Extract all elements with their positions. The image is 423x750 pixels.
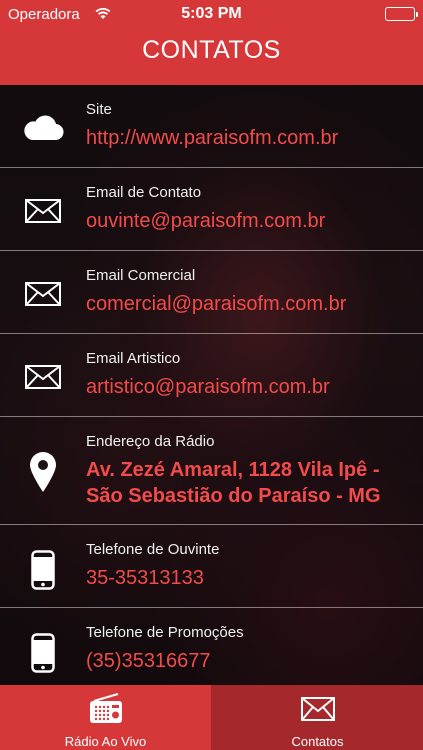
contact-label: Telefone de Ouvinte: [86, 541, 220, 558]
tab-label: Rádio Ao Vivo: [64, 734, 147, 749]
address-line-2: São Sebastião do Paraíso - MG: [86, 485, 381, 507]
contacts-list: Site http://www.paraisofm.com.br Email d…: [0, 85, 423, 685]
envelope-icon: [20, 271, 66, 317]
contact-label: Telefone de Promoções: [86, 624, 244, 641]
radio-icon: [0, 693, 211, 725]
envelope-icon: [20, 188, 66, 234]
contact-row-email-contato[interactable]: Email de Contato ouvinte@paraisofm.com.b…: [0, 168, 423, 251]
tab-bar: Rádio Ao Vivo Contatos: [0, 685, 423, 750]
contact-value[interactable]: artistico@paraisofm.com.br: [86, 376, 330, 399]
header: Operadora 5:03 PM CONTATOS: [0, 0, 423, 85]
contact-label: Email Comercial: [86, 267, 196, 284]
page-title: CONTATOS: [142, 36, 281, 64]
contact-value[interactable]: ouvinte@paraisofm.com.br: [86, 210, 325, 233]
contact-value[interactable]: http://www.paraisofm.com.br: [86, 127, 338, 150]
cloud-icon: [20, 104, 66, 150]
contact-row-site[interactable]: Site http://www.paraisofm.com.br: [0, 85, 423, 168]
tab-label: Contatos: [291, 734, 344, 749]
contact-row-email-artistico[interactable]: Email Artistico artistico@paraisofm.com.…: [0, 334, 423, 417]
contact-row-telefone-promocoes[interactable]: Telefone de Promoções (35)35316677: [0, 608, 423, 685]
envelope-icon: [212, 693, 423, 725]
contact-label: Site: [86, 101, 112, 118]
contact-row-telefone-ouvinte[interactable]: Telefone de Ouvinte 35-35313133: [0, 525, 423, 608]
contact-label: Email Artistico: [86, 350, 181, 367]
contact-label: Endereço da Rádio: [86, 433, 215, 450]
battery-icon: [385, 7, 418, 21]
location-pin-icon: [20, 445, 66, 499]
address-line-1: Av. Zezé Amaral, 1128 Vila Ipê -: [86, 459, 380, 481]
clock: 5:03 PM: [181, 5, 242, 22]
envelope-icon: [20, 354, 66, 400]
contact-value[interactable]: 35-35313133: [86, 567, 204, 590]
tab-radio-ao-vivo[interactable]: Rádio Ao Vivo: [0, 685, 211, 750]
status-bar: Operadora 5:03 PM: [0, 0, 423, 28]
phone-icon: [20, 547, 66, 593]
contact-value[interactable]: comercial@paraisofm.com.br: [86, 293, 346, 316]
contact-row-email-comercial[interactable]: Email Comercial comercial@paraisofm.com.…: [0, 251, 423, 334]
tab-contatos[interactable]: Contatos: [212, 685, 423, 750]
phone-icon: [20, 630, 66, 676]
contact-label: Email de Contato: [86, 184, 202, 201]
contact-value[interactable]: (35)35316677: [86, 650, 211, 673]
contact-row-address[interactable]: Endereço da Rádio Av. Zezé Amaral, 1128 …: [0, 417, 423, 525]
address-value[interactable]: Av. Zezé Amaral, 1128 Vila Ipê - São Seb…: [86, 457, 381, 509]
